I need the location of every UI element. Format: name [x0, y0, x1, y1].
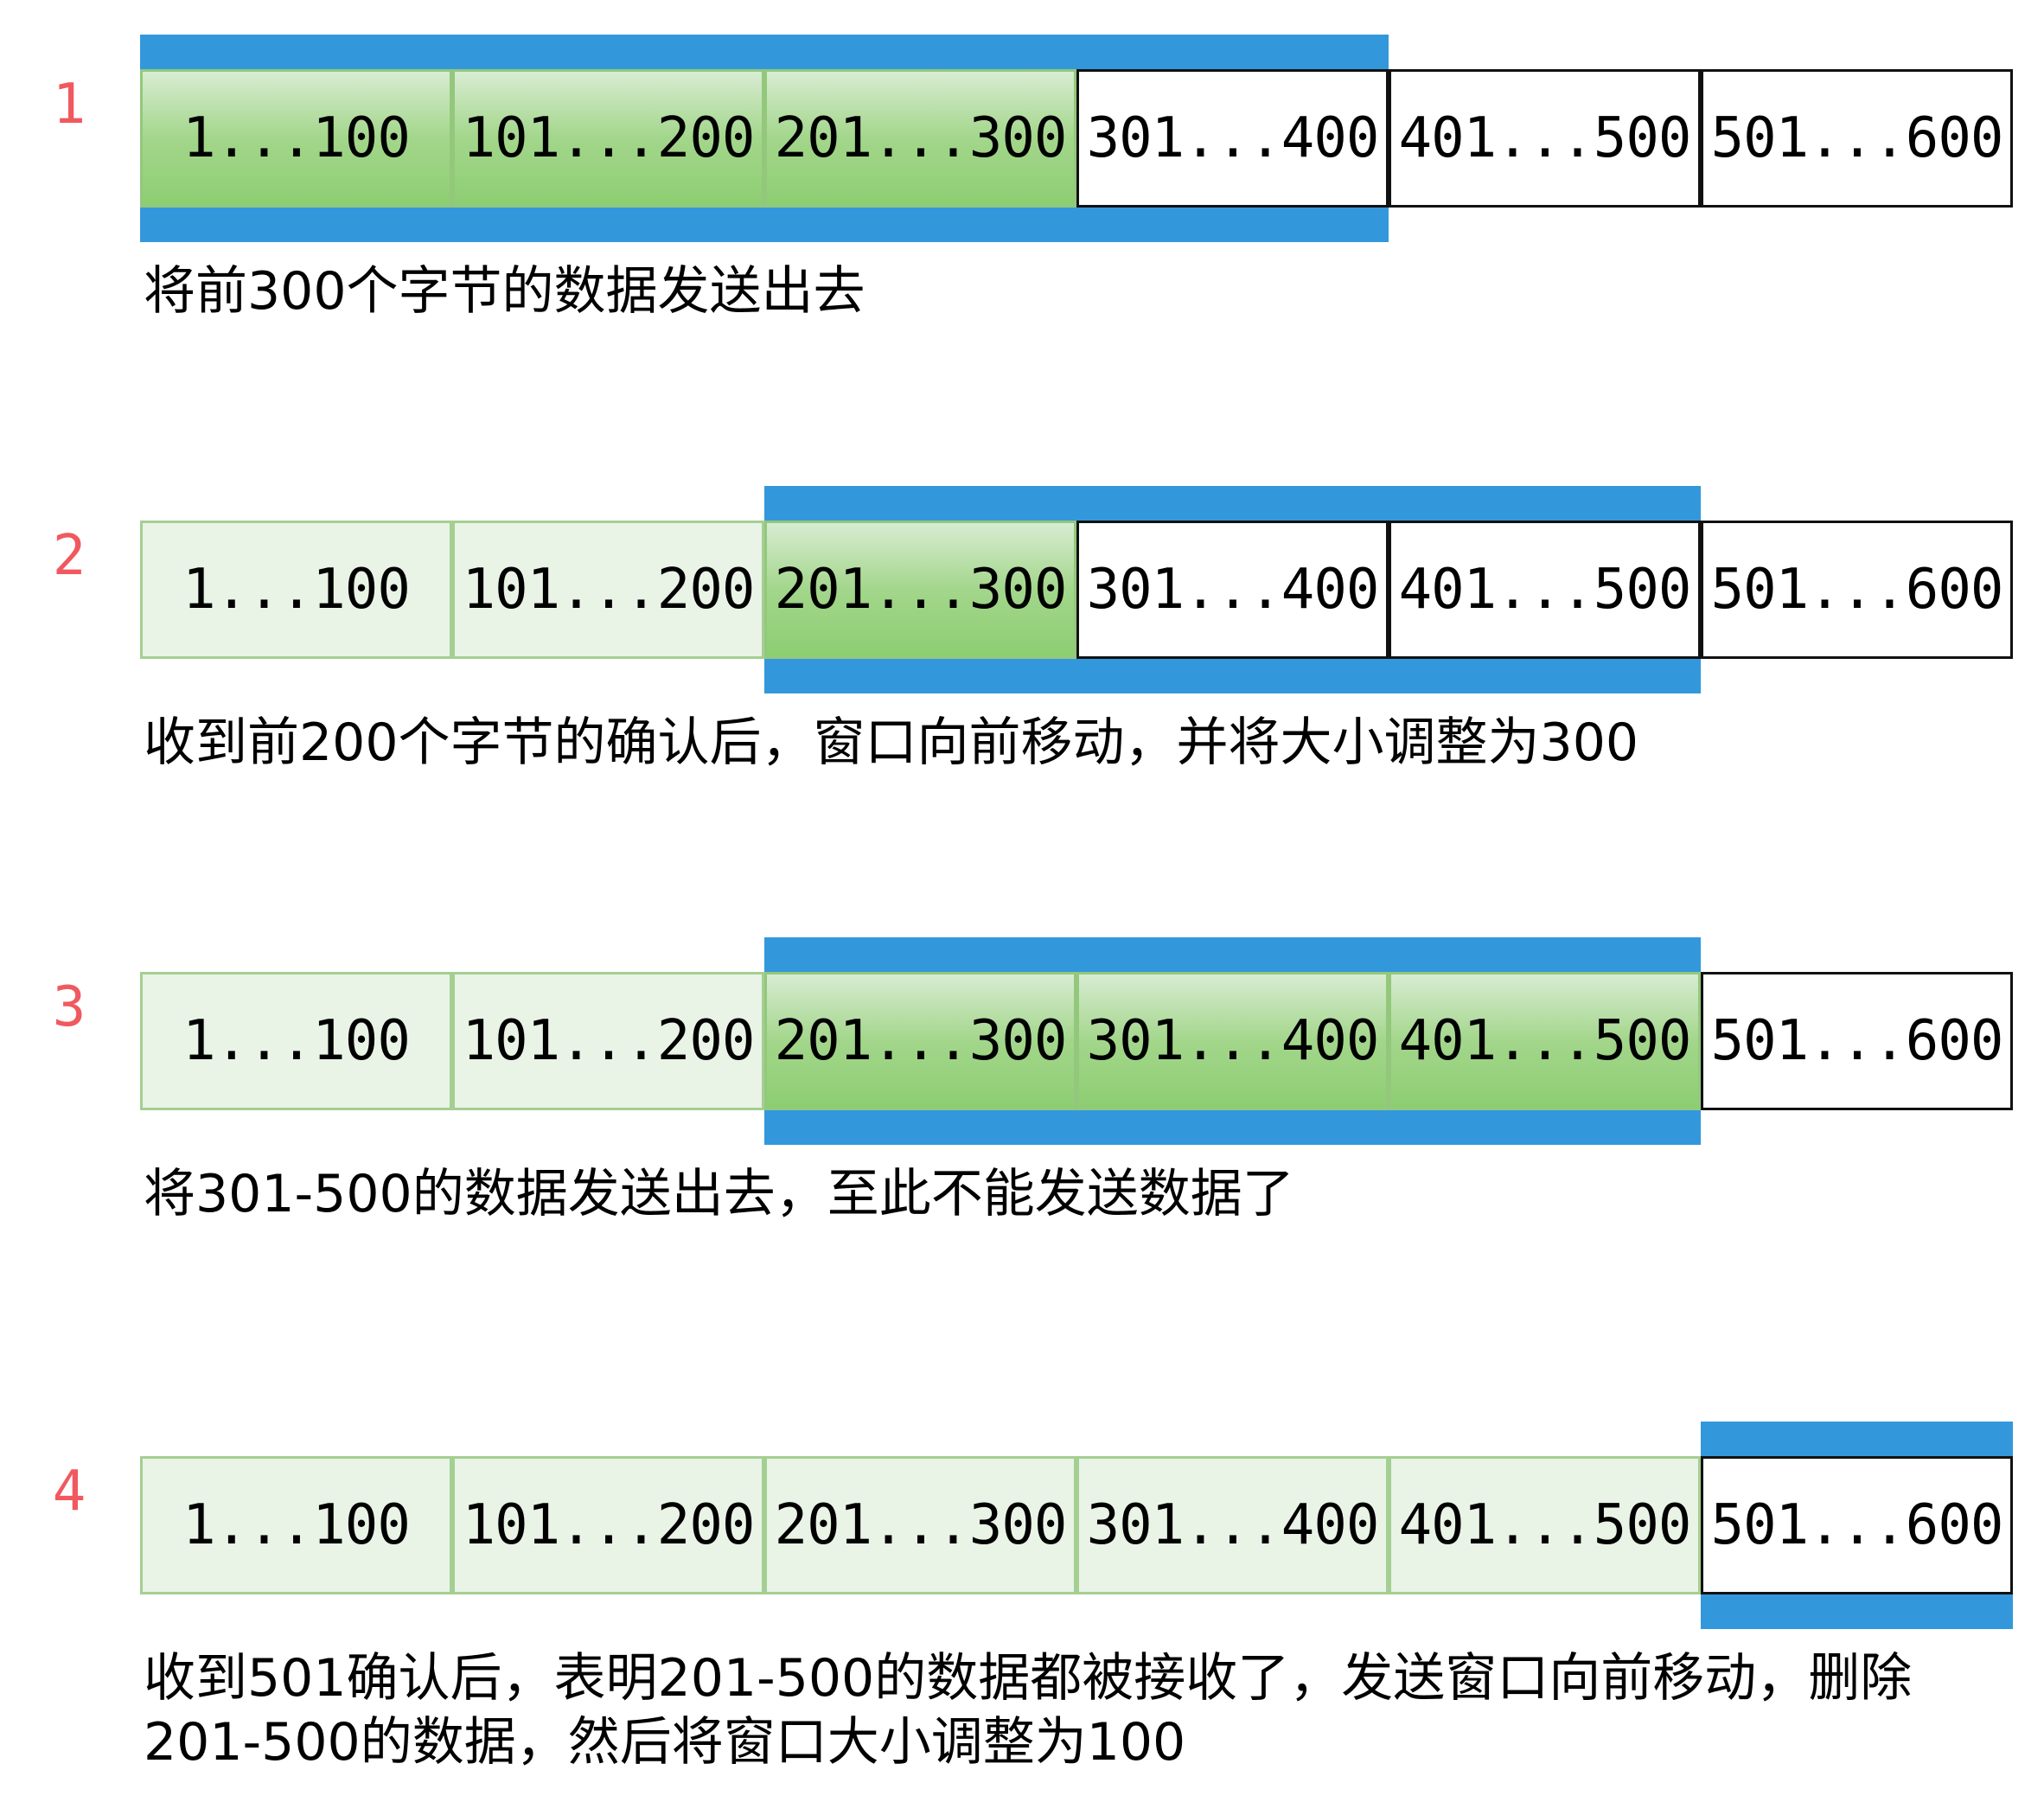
step-4: 4 1...100 101...200 201...300 301...400 401..… — [0, 1387, 2044, 1773]
byte-range-cell: 501...600 — [1701, 1456, 2013, 1594]
send-window-bar-bottom — [764, 659, 1701, 693]
step-number: 2 — [52, 524, 86, 588]
caption-line: 将前300个字节的数据发送出去 — [144, 261, 866, 322]
step-number: 4 — [52, 1460, 86, 1524]
send-window-bar-top — [140, 35, 1389, 69]
send-window-bar-top — [764, 486, 1701, 521]
caption-line: 收到前200个字节的确认后，窗口向前移动，并将大小调整为300 — [144, 712, 1639, 773]
step-number: 1 — [52, 73, 86, 137]
byte-range-cell: 1...100 — [140, 1456, 452, 1594]
send-window-bar-bottom — [140, 208, 1389, 242]
step-3: 3 1...100 101...200 201...300 301...400 401..… — [0, 903, 2044, 1224]
byte-range-cell: 201...300 — [764, 521, 1076, 659]
byte-sequence: 1...100 101...200 201...300 301...400 401...… — [140, 1456, 2013, 1594]
byte-range-cell: 501...600 — [1701, 521, 2013, 659]
step-2: 2 1...100 101...200 201...300 301...400 401..… — [0, 451, 2044, 773]
send-window-bar-bottom — [764, 1110, 1701, 1145]
step-number: 3 — [52, 975, 86, 1039]
step-caption: 收到前200个字节的确认后，窗口向前移动，并将大小调整为300 — [144, 711, 1638, 775]
byte-sequence: 1...100 101...200 201...300 301...400 401...… — [140, 69, 2013, 208]
byte-range-cell: 401...500 — [1389, 1456, 1701, 1594]
byte-range-cell: 501...600 — [1701, 69, 2013, 208]
byte-range-cell: 101...200 — [452, 69, 764, 208]
step-caption: 将前300个字节的数据发送出去 — [144, 259, 866, 323]
byte-range-cell: 401...500 — [1389, 69, 1701, 208]
byte-range-cell: 301...400 — [1076, 521, 1389, 659]
byte-range-cell: 301...400 — [1076, 972, 1389, 1110]
byte-range-cell: 501...600 — [1701, 972, 2013, 1110]
byte-range-cell: 101...200 — [452, 521, 764, 659]
caption-line: 将301-500的数据发送出去，至此不能发送数据了 — [144, 1164, 1294, 1224]
byte-sequence: 1...100 101...200 201...300 301...400 401...… — [140, 521, 2013, 659]
byte-range-cell: 101...200 — [452, 972, 764, 1110]
byte-range-cell: 101...200 — [452, 1456, 764, 1594]
byte-range-cell: 401...500 — [1389, 972, 1701, 1110]
send-window-bar-bottom — [1701, 1594, 2013, 1629]
send-window-bar-top — [1701, 1422, 2013, 1456]
step-caption: 将301-500的数据发送出去，至此不能发送数据了 — [144, 1162, 1294, 1226]
byte-range-cell: 1...100 — [140, 972, 452, 1110]
byte-range-cell: 301...400 — [1076, 1456, 1389, 1594]
step-caption: 收到501确认后，表明201-500的数据都被接收了，发送窗口向前移动，删除 20… — [144, 1646, 1912, 1774]
byte-range-cell: 1...100 — [140, 521, 452, 659]
caption-line: 201-500的数据，然后将窗口大小调整为100 — [144, 1712, 1186, 1773]
byte-range-cell: 201...300 — [764, 972, 1076, 1110]
byte-range-cell: 301...400 — [1076, 69, 1389, 208]
byte-range-cell: 201...300 — [764, 69, 1076, 208]
byte-range-cell: 401...500 — [1389, 521, 1701, 659]
byte-range-cell: 1...100 — [140, 69, 452, 208]
byte-sequence: 1...100 101...200 201...300 301...400 401...… — [140, 972, 2013, 1110]
step-1: 1 1...100 101...200 201...300 301...400 401..… — [0, 0, 2044, 322]
send-window-bar-top — [764, 937, 1701, 972]
caption-line: 收到501确认后，表明201-500的数据都被接收了，发送窗口向前移动，删除 — [144, 1648, 1913, 1709]
byte-range-cell: 201...300 — [764, 1456, 1076, 1594]
